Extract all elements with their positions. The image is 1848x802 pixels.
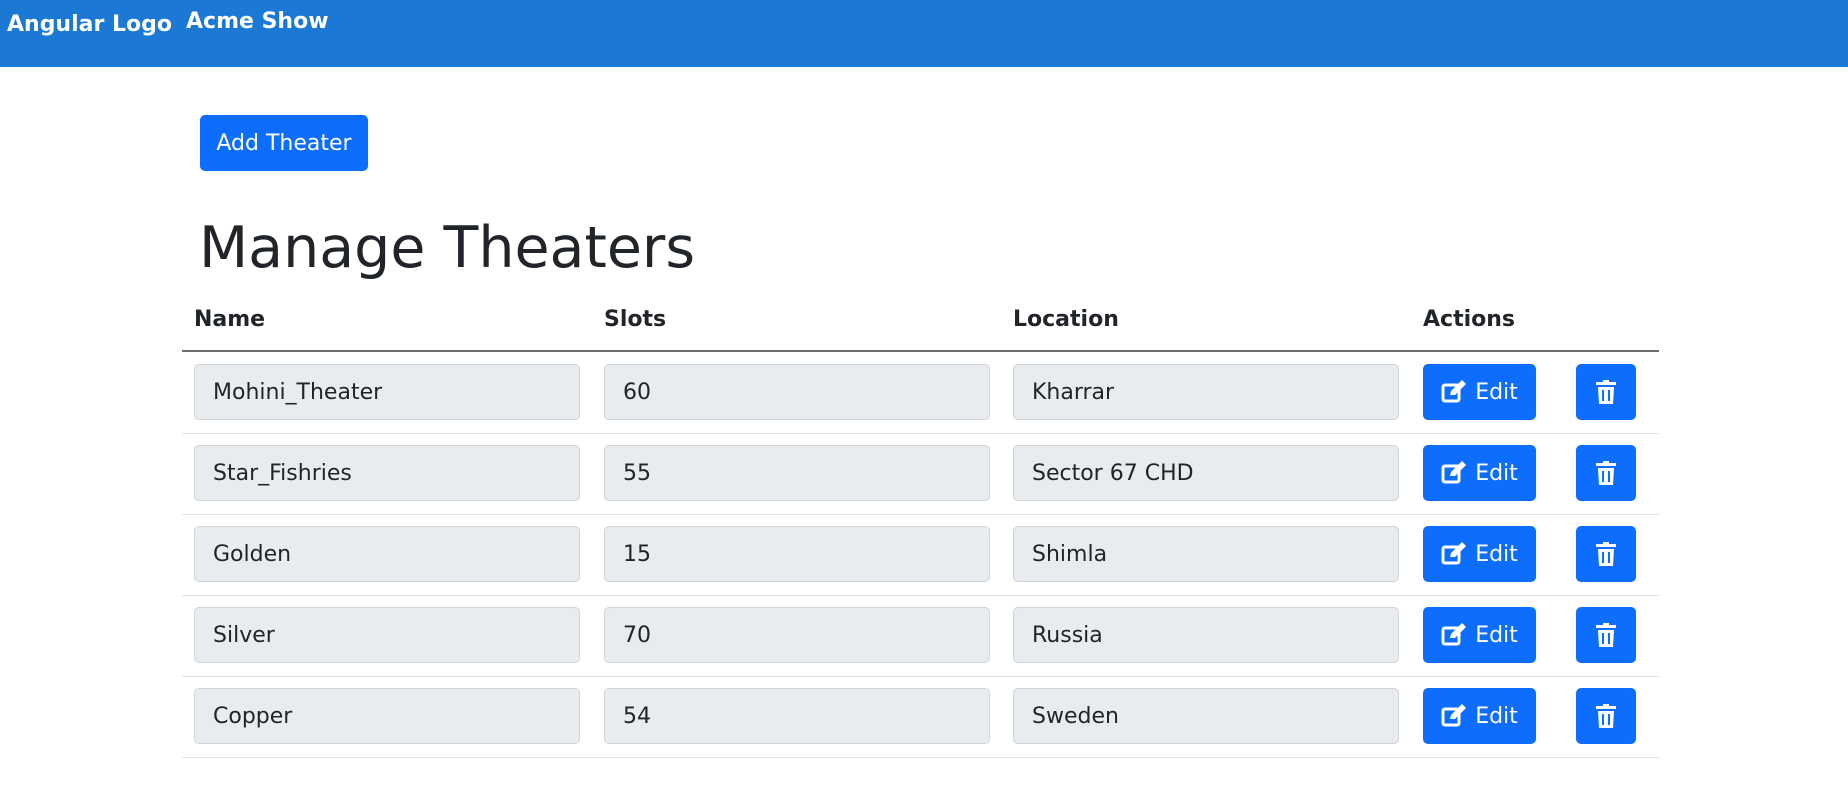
- edit-label: Edit: [1475, 460, 1518, 486]
- edit-button[interactable]: Edit: [1423, 526, 1536, 582]
- delete-button[interactable]: [1576, 364, 1636, 420]
- edit-icon: [1441, 704, 1467, 728]
- column-header-location: Location: [1013, 307, 1119, 332]
- column-header-name: Name: [194, 307, 266, 332]
- edit-button[interactable]: Edit: [1423, 445, 1536, 501]
- edit-label: Edit: [1475, 703, 1518, 729]
- edit-label: Edit: [1475, 541, 1518, 567]
- location-input[interactable]: [1013, 526, 1399, 582]
- location-input[interactable]: [1013, 607, 1399, 663]
- table-row: Edit: [182, 514, 1659, 596]
- trash-icon: [1596, 380, 1616, 404]
- location-input[interactable]: [1013, 688, 1399, 744]
- page-title: Manage Theaters: [199, 215, 696, 281]
- delete-button[interactable]: [1576, 688, 1636, 744]
- table-row: Edit: [182, 676, 1659, 758]
- name-input[interactable]: [194, 607, 580, 663]
- trash-icon: [1596, 623, 1616, 647]
- trash-icon: [1596, 704, 1616, 728]
- trash-icon: [1596, 461, 1616, 485]
- slots-input[interactable]: [604, 526, 990, 582]
- delete-button[interactable]: [1576, 445, 1636, 501]
- edit-icon: [1441, 623, 1467, 647]
- navbar: Angular Logo Acme Show: [0, 0, 1848, 67]
- name-input[interactable]: [194, 364, 580, 420]
- name-input[interactable]: [194, 526, 580, 582]
- table-row: Edit: [182, 433, 1659, 515]
- edit-icon: [1441, 380, 1467, 404]
- slots-input[interactable]: [604, 364, 990, 420]
- edit-icon: [1441, 461, 1467, 485]
- edit-button[interactable]: Edit: [1423, 688, 1536, 744]
- edit-label: Edit: [1475, 379, 1518, 405]
- location-input[interactable]: [1013, 364, 1399, 420]
- delete-button[interactable]: [1576, 526, 1636, 582]
- edit-icon: [1441, 542, 1467, 566]
- location-input[interactable]: [1013, 445, 1399, 501]
- table-row: Edit: [182, 352, 1659, 434]
- brand-logo[interactable]: Angular Logo: [7, 12, 172, 37]
- slots-input[interactable]: [604, 688, 990, 744]
- edit-button[interactable]: Edit: [1423, 364, 1536, 420]
- slots-input[interactable]: [604, 607, 990, 663]
- trash-icon: [1596, 542, 1616, 566]
- column-header-slots: Slots: [604, 307, 667, 332]
- edit-button[interactable]: Edit: [1423, 607, 1536, 663]
- slots-input[interactable]: [604, 445, 990, 501]
- add-theater-button[interactable]: Add Theater: [200, 115, 368, 171]
- name-input[interactable]: [194, 688, 580, 744]
- nav-link-acme-show[interactable]: Acme Show: [186, 9, 329, 34]
- name-input[interactable]: [194, 445, 580, 501]
- edit-label: Edit: [1475, 622, 1518, 648]
- delete-button[interactable]: [1576, 607, 1636, 663]
- table-row: Edit: [182, 595, 1659, 677]
- column-header-actions: Actions: [1423, 307, 1515, 332]
